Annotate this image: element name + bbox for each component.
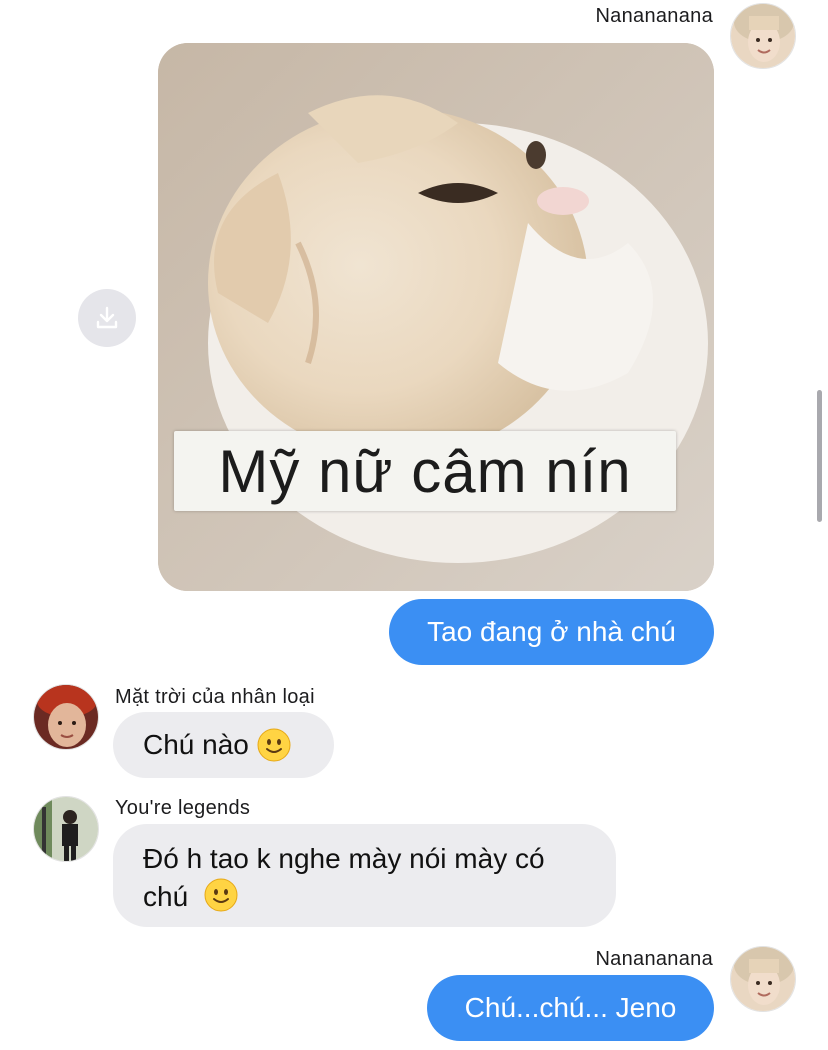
message-text-line: chú bbox=[143, 878, 596, 916]
image-caption: Mỹ nữ câm nín bbox=[174, 431, 676, 511]
outgoing-message-bubble[interactable]: Chú...chú... Jeno bbox=[427, 975, 714, 1041]
sender-name: Nanananana bbox=[595, 5, 713, 27]
message-text: Chú nào bbox=[143, 729, 249, 760]
avatar[interactable] bbox=[730, 3, 796, 69]
avatar-photo bbox=[34, 797, 98, 861]
download-icon bbox=[96, 306, 118, 329]
avatar[interactable] bbox=[33, 796, 99, 862]
avatar-photo bbox=[731, 4, 795, 68]
slightly-smiling-face-icon bbox=[204, 878, 238, 912]
sender-name: Mặt trời của nhân loại bbox=[115, 686, 315, 708]
avatar[interactable] bbox=[33, 684, 99, 750]
avatar[interactable] bbox=[730, 946, 796, 1012]
slightly-smiling-face-icon bbox=[257, 728, 291, 762]
incoming-message-bubble[interactable]: Đó h tao k nghe mày nói mày có chú bbox=[113, 824, 616, 927]
scrollbar[interactable] bbox=[817, 390, 822, 522]
incoming-message-bubble[interactable]: Chú nào bbox=[113, 712, 334, 778]
outgoing-message-bubble[interactable]: Tao đang ở nhà chú bbox=[389, 599, 714, 665]
message-text: chú bbox=[143, 881, 189, 912]
image-message[interactable]: Mỹ nữ câm nín bbox=[158, 43, 714, 591]
avatar-photo bbox=[731, 947, 795, 1011]
message-text-line: Đó h tao k nghe mày nói mày có bbox=[143, 843, 545, 874]
sender-name: You're legends bbox=[115, 797, 251, 819]
sender-name: Nanananana bbox=[595, 948, 713, 970]
avatar-photo bbox=[34, 685, 98, 749]
download-button[interactable] bbox=[78, 289, 136, 347]
